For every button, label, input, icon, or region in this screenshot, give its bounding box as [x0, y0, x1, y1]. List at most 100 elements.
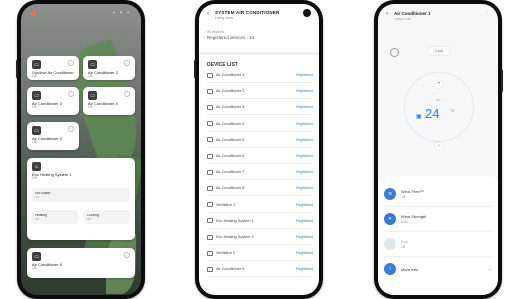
power-icon[interactable] — [124, 91, 130, 97]
cooling-control[interactable]: Cooling Off — [84, 210, 130, 224]
device-status-link[interactable]: Registered — [296, 89, 313, 93]
option-fan[interactable]: Fan Off — [384, 234, 492, 254]
device-name: Ventilator 2 — [216, 251, 235, 256]
device-name: Ventilator 1 — [216, 202, 235, 207]
device-card[interactable]: ▭ Outdoor Air Conditioner Off — [27, 56, 79, 80]
device-icon — [207, 104, 213, 110]
device-row[interactable]: Air Conditioner 3 Registered — [207, 102, 313, 112]
option-title: More Info — [401, 266, 418, 272]
device-status-link[interactable]: Registered — [296, 122, 313, 126]
card-status: Off — [32, 176, 37, 181]
device-icon — [207, 250, 213, 256]
power-icon[interactable] — [124, 252, 130, 258]
power-icon[interactable] — [390, 48, 399, 57]
decrease-temp-button[interactable]: − — [435, 142, 443, 150]
more-options-icon[interactable]: ⋮ — [485, 10, 490, 15]
info-icon: i — [384, 263, 396, 275]
ac-icon: ▭ — [32, 252, 41, 261]
card-status: Off — [32, 140, 37, 145]
device-card[interactable]: ▭ Air Conditioner 5 Off — [27, 122, 79, 150]
device-row[interactable]: Air Conditioner 4 Registered — [207, 119, 313, 129]
page-subtitle: Living room — [215, 16, 234, 20]
back-arrow-icon[interactable]: ‹ — [207, 11, 209, 17]
device-status-link[interactable]: Registered — [296, 170, 313, 174]
power-icon[interactable] — [68, 126, 74, 132]
heating-control[interactable]: Heating Off — [32, 210, 78, 224]
heating-icon: ♨ — [32, 162, 41, 171]
device-status-link[interactable]: Registered — [296, 154, 313, 158]
device-icon — [207, 185, 213, 191]
location-value[interactable]: Registered devices : 13 — [207, 35, 311, 40]
device-status-link[interactable]: Registered — [296, 235, 313, 239]
device-name: Air Conditioner 4 — [216, 121, 245, 126]
device-status-link[interactable]: Registered — [296, 219, 313, 223]
row-divider — [207, 211, 313, 213]
device-card[interactable]: ▭ Air Conditioner 3 Off — [27, 87, 79, 115]
device-row[interactable]: Air Conditioner 1 Registered — [207, 70, 313, 80]
option-wind-strength[interactable]: ✦ Wind Strength Auto — [384, 209, 492, 229]
device-row[interactable]: Air Conditioner 7 Registered — [207, 167, 313, 177]
hot-water-control[interactable]: Hot Water Off — [32, 188, 130, 202]
device-row[interactable]: Air Conditioner 6 Registered — [207, 151, 313, 161]
device-row[interactable]: Air Conditioner 9 Registered — [207, 264, 313, 274]
ac-icon: ▭ — [88, 60, 97, 69]
device-status-link[interactable]: Registered — [296, 203, 313, 207]
device-row[interactable]: Eco Heating System 2 Registered — [207, 232, 313, 242]
device-icon — [207, 234, 213, 240]
row-divider — [207, 179, 313, 180]
set-label: Set — [436, 98, 441, 102]
row-divider — [207, 260, 313, 261]
temperature-value: 24 — [425, 106, 440, 121]
device-detail-screen: ‹ Air Conditioner 1 Living room ⋮ Cool +… — [378, 4, 498, 295]
device-name: Air Conditioner 7 — [216, 170, 245, 175]
avatar[interactable] — [303, 9, 311, 17]
mini-status: Off — [35, 216, 39, 221]
device-status-link[interactable]: Registered — [296, 105, 313, 109]
card-status: Off — [32, 74, 37, 79]
device-status-link[interactable]: Registered — [296, 73, 313, 77]
device-card[interactable]: ▭ Air Conditioner 6 Off — [27, 248, 135, 278]
option-status: Off — [401, 195, 406, 199]
device-row[interactable]: Air Conditioner 5 Registered — [207, 135, 313, 145]
power-icon[interactable] — [124, 60, 130, 66]
device-icon — [207, 121, 213, 127]
device-status-link[interactable]: Registered — [296, 138, 313, 142]
fan-icon: ✦ — [384, 213, 396, 225]
device-icon — [207, 88, 213, 94]
device-row[interactable]: Eco Heating System 1 Registered — [207, 216, 313, 226]
row-divider — [207, 130, 313, 132]
option-wind-free[interactable]: ≋ Wind-Free™ Off — [384, 184, 492, 204]
option-title: Wind Strength — [401, 214, 427, 219]
location-section: All devices Registered devices : 13 — [207, 30, 311, 40]
device-row[interactable]: Air Conditioner 8 Registered — [207, 183, 313, 193]
card-status: Off — [88, 74, 93, 79]
device-name: Air Conditioner 8 — [216, 186, 245, 191]
device-status-link[interactable]: Registered — [296, 251, 313, 255]
device-status-link[interactable]: Registered — [296, 267, 313, 271]
divider — [384, 231, 492, 232]
device-status-link[interactable]: Registered — [296, 186, 313, 190]
power-icon[interactable] — [68, 91, 74, 97]
device-name: Air Conditioner 3 — [216, 105, 245, 110]
divider — [384, 256, 492, 257]
power-icon[interactable] — [68, 60, 74, 66]
row-divider — [207, 82, 313, 83]
ac-icon: ▭ — [32, 60, 41, 69]
device-icon — [207, 137, 213, 143]
device-row[interactable]: Ventilator 2 Registered — [207, 248, 313, 258]
device-row[interactable]: Air Conditioner 2 Registered — [207, 86, 313, 96]
device-card[interactable]: ▭ Air Conditioner 4 Off — [83, 87, 135, 115]
device-icon — [207, 202, 213, 208]
device-row[interactable]: Ventilator 1 Registered — [207, 200, 313, 210]
mode-selector[interactable]: Cool — [428, 47, 450, 55]
volume-button — [194, 60, 196, 78]
device-card[interactable]: ▭ Air Conditioner 2 Off — [83, 56, 135, 80]
row-divider — [207, 227, 313, 229]
back-arrow-icon[interactable]: ‹ — [386, 11, 388, 17]
fan-off-icon — [384, 238, 396, 250]
divider — [384, 206, 492, 207]
eco-heating-card[interactable]: ♨ Eco Heating System 1 Off Hot Water Off… — [27, 158, 135, 240]
home-screen: ▪ ▪ ▪ ▭ Outdoor Air Conditioner Off ▭ Ai… — [21, 4, 141, 295]
option-more-info[interactable]: i More Info ⌄ — [384, 259, 492, 279]
increase-temp-button[interactable]: + — [435, 80, 443, 88]
